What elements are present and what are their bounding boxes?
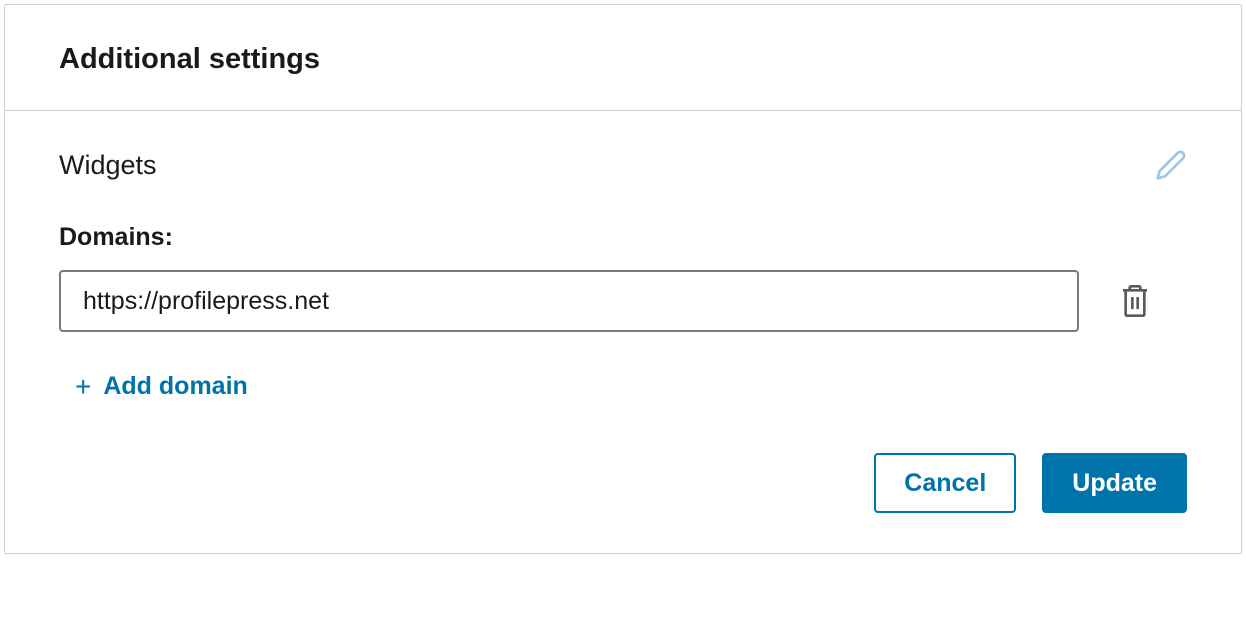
widgets-section-row: Widgets	[59, 149, 1187, 181]
panel-header: Additional settings	[5, 5, 1241, 111]
panel-title: Additional settings	[59, 43, 1187, 76]
cancel-button[interactable]: Cancel	[874, 453, 1016, 513]
panel-body: Widgets Domains: + Add d	[5, 111, 1241, 553]
pencil-icon[interactable]	[1155, 149, 1187, 181]
plus-icon: +	[75, 373, 91, 401]
domain-input[interactable]	[59, 270, 1079, 332]
add-domain-button[interactable]: + Add domain	[75, 372, 248, 401]
button-row: Cancel Update	[59, 453, 1187, 513]
domains-field-label: Domains:	[59, 223, 1187, 252]
add-domain-label: Add domain	[103, 372, 247, 401]
update-button[interactable]: Update	[1042, 453, 1187, 513]
additional-settings-panel: Additional settings Widgets Domains:	[4, 4, 1242, 554]
widgets-section-label: Widgets	[59, 150, 157, 181]
trash-icon[interactable]	[1119, 282, 1151, 320]
domain-row	[59, 270, 1187, 332]
